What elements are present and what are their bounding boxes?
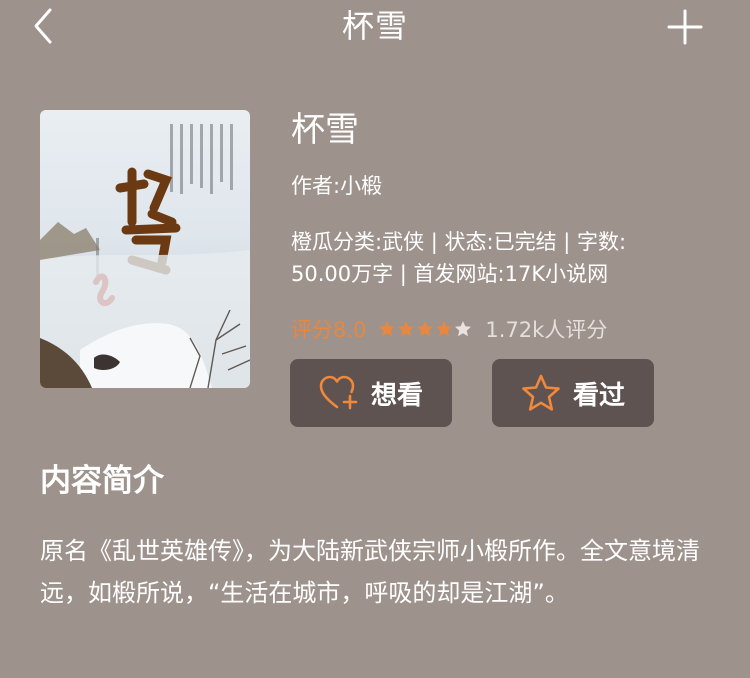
rating-score: 评分8.0 [291, 318, 367, 342]
top-navigation-bar: 杯雪 [0, 0, 750, 56]
heart-plus-icon [319, 375, 358, 410]
star-filled-icon [379, 321, 396, 337]
add-button[interactable] [666, 8, 704, 46]
plus-icon [667, 9, 703, 45]
book-title: 杯雪 [291, 110, 359, 150]
star-empty-icon [455, 321, 472, 337]
rating-count: 1.72k人评分 [485, 318, 608, 342]
synopsis-text: 原名《乱世英雄传》，为大陆新武侠宗师小椴所作。全文意境清远，如椴所说，“生活在城… [40, 537, 700, 607]
synopsis-heading: 内容简介 [40, 463, 164, 499]
star-filled-icon [417, 321, 434, 337]
want-to-read-button[interactable]: 想看 [290, 359, 452, 427]
want-to-read-label: 想看 [370, 380, 423, 411]
have-read-label: 看过 [572, 380, 625, 411]
book-author[interactable]: 作者:小椴 [291, 170, 382, 202]
cover-artwork [40, 124, 250, 388]
rating-row: 评分8.0 1.72k人评分 [291, 312, 607, 346]
book-meta-line-1: 橙瓜分类:武侠 | 状态:已完结 | 字数: [291, 230, 627, 254]
star-filled-icon [398, 321, 415, 337]
rating-stars [378, 320, 473, 338]
star-filled-icon [436, 321, 453, 337]
nav-title: 杯雪 [341, 7, 408, 45]
star-outline-icon [522, 374, 560, 411]
book-meta: 橙瓜分类:武侠 | 状态:已完结 | 字数: 50.00万字 | 首发网站:17… [291, 226, 711, 290]
have-read-button[interactable]: 看过 [492, 359, 654, 427]
book-cover-image[interactable] [40, 110, 250, 388]
book-meta-line-2: 50.00万字 | 首发网站:17K小说网 [291, 262, 609, 286]
